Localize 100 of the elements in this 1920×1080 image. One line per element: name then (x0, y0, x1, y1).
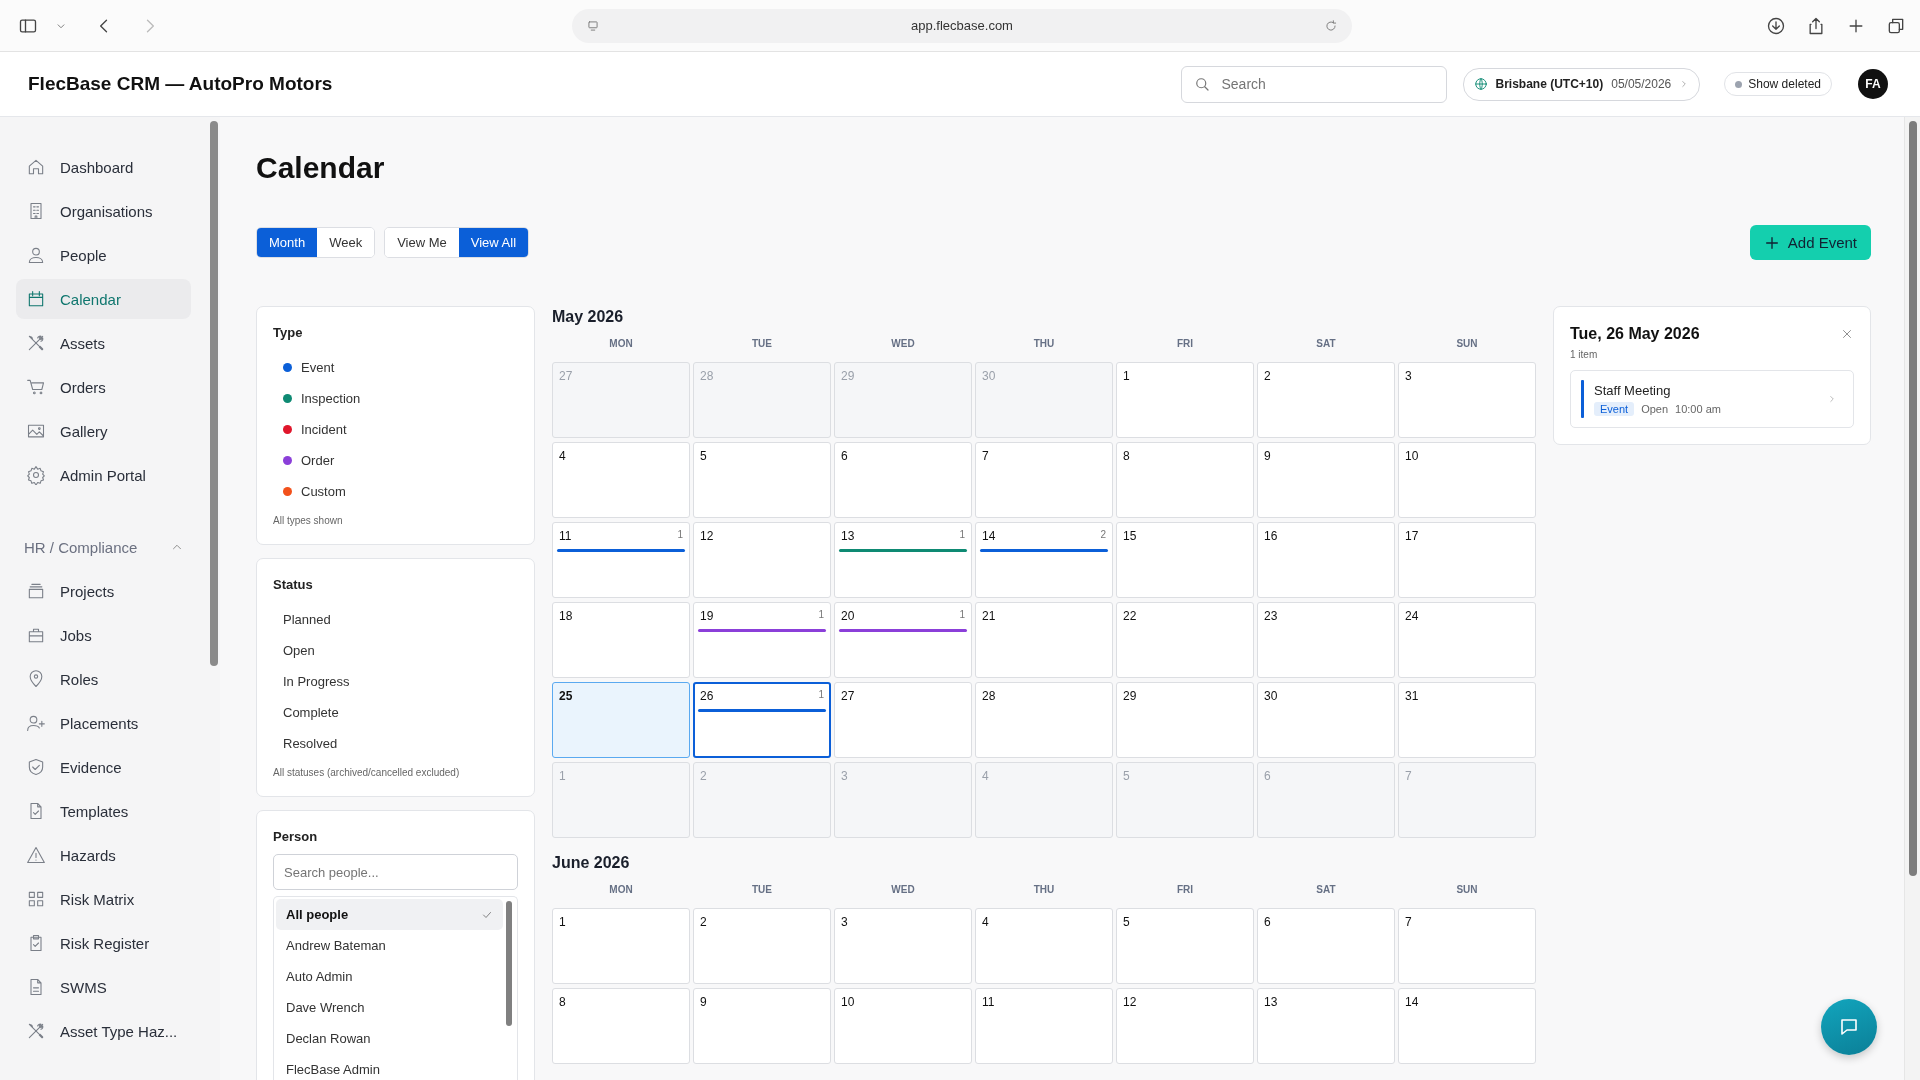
day-cell[interactable]: 2 (1257, 362, 1395, 438)
day-cell[interactable]: 13 (1257, 988, 1395, 1064)
day-cell[interactable]: 20 1 (834, 602, 972, 678)
person-option[interactable]: Andrew Bateman (276, 930, 503, 961)
day-cell[interactable]: 2 (693, 908, 831, 984)
people-search-field[interactable]: Search people... (273, 854, 518, 890)
chat-button[interactable] (1821, 999, 1877, 1055)
page-settings-icon[interactable] (586, 18, 600, 33)
nav-item[interactable]: People (16, 235, 191, 275)
scrollbar-thumb[interactable] (506, 901, 512, 1026)
day-cell[interactable]: 24 (1398, 602, 1536, 678)
day-cell[interactable]: 8 (552, 988, 690, 1064)
nav-item[interactable]: Dashboard (16, 147, 191, 187)
day-cell[interactable]: 26 1 (693, 682, 831, 758)
day-number: 1 (559, 915, 566, 929)
day-cell[interactable]: 9 (1257, 442, 1395, 518)
download-icon[interactable] (1766, 15, 1786, 36)
search-field[interactable]: Search (1180, 65, 1447, 103)
nav-item[interactable]: Orders (16, 367, 191, 407)
nav-item[interactable]: Gallery (16, 411, 191, 451)
day-cell[interactable]: 27 (834, 682, 972, 758)
nav-item[interactable]: SWMS (16, 967, 191, 1007)
timezone-selector[interactable]: Brisbane (UTC+10) 05/05/2026 (1462, 67, 1701, 101)
nav-item[interactable]: Templates (16, 791, 191, 831)
day-cell[interactable]: 11 1 (552, 522, 690, 598)
scrollbar-thumb[interactable] (1908, 121, 1917, 876)
type-filter-item[interactable]: Custom (273, 476, 518, 507)
day-cell[interactable]: 4 (552, 442, 690, 518)
day-cell[interactable]: 18 (552, 602, 690, 678)
day-cell[interactable]: 1 (552, 908, 690, 984)
day-cell[interactable]: 9 (693, 988, 831, 1064)
day-cell[interactable]: 15 (1116, 522, 1254, 598)
nav-item[interactable]: Asset Type Haz... (16, 1011, 191, 1051)
nav-item[interactable]: Admin Portal (16, 455, 191, 495)
type-filter-item[interactable]: Order (273, 445, 518, 476)
nav-item[interactable]: Placements (16, 703, 191, 743)
day-cell[interactable]: 30 (1257, 682, 1395, 758)
day-cell[interactable]: 31 (1398, 682, 1536, 758)
day-cell[interactable]: 6 (1257, 908, 1395, 984)
person-option[interactable]: Declan Rowan (276, 1023, 503, 1054)
day-cell[interactable]: 12 (1116, 988, 1254, 1064)
add-event-button[interactable]: Add Event (1749, 225, 1871, 260)
person-option[interactable]: All people (276, 899, 503, 930)
nav-item[interactable]: Hazards (16, 835, 191, 875)
nav-item[interactable]: Organisations (16, 191, 191, 231)
day-cell[interactable]: 1 (1116, 362, 1254, 438)
day-cell[interactable]: 13 1 (834, 522, 972, 598)
day-cell[interactable]: 7 (975, 442, 1113, 518)
scope-tab[interactable]: View All (458, 228, 529, 257)
nav-item[interactable]: Roles (16, 659, 191, 699)
day-cell[interactable]: 25 (552, 682, 690, 758)
nav-item[interactable]: Risk Register (16, 923, 191, 963)
user-avatar[interactable]: FA (1858, 69, 1888, 99)
status-filter-item[interactable]: Resolved (273, 728, 518, 759)
day-cell[interactable]: 10 (834, 988, 972, 1064)
day-cell[interactable]: 14 (1398, 988, 1536, 1064)
day-cell[interactable]: 5 (693, 442, 831, 518)
status-filter-item[interactable]: Open (273, 635, 518, 666)
status-filter-item[interactable]: In Progress (273, 666, 518, 697)
nav-item[interactable]: Assets (16, 323, 191, 363)
day-cell[interactable]: 29 (1116, 682, 1254, 758)
view-tab[interactable]: Month (257, 228, 318, 257)
scrollbar-thumb[interactable] (210, 121, 218, 666)
day-cell[interactable]: 19 1 (693, 602, 831, 678)
day-cell[interactable]: 10 (1398, 442, 1536, 518)
type-filter-item[interactable]: Incident (273, 414, 518, 445)
person-option[interactable]: Dave Wrench (276, 992, 503, 1023)
day-cell[interactable]: 16 (1257, 522, 1395, 598)
status-filter-item[interactable]: Complete (273, 697, 518, 728)
day-cell[interactable]: 6 (834, 442, 972, 518)
day-cell[interactable]: 4 (975, 908, 1113, 984)
nav-item[interactable]: Jobs (16, 615, 191, 655)
day-cell[interactable]: 17 (1398, 522, 1536, 598)
day-cell[interactable]: 21 (975, 602, 1113, 678)
type-filter-item[interactable]: Inspection (273, 383, 518, 414)
day-cell[interactable]: 12 (693, 522, 831, 598)
nav-item[interactable]: Projects (16, 571, 191, 611)
day-cell[interactable]: 22 (1116, 602, 1254, 678)
person-option[interactable]: Auto Admin (276, 961, 503, 992)
close-icon[interactable] (1840, 327, 1854, 341)
event-item[interactable]: Staff Meeting Event Open 10:00 am (1570, 370, 1854, 428)
day-cell[interactable]: 14 2 (975, 522, 1113, 598)
day-cell[interactable]: 5 (1116, 908, 1254, 984)
day-cell[interactable]: 8 (1116, 442, 1254, 518)
type-filter-item[interactable]: Event (273, 352, 518, 383)
nav-item[interactable]: Evidence (16, 747, 191, 787)
day-cell[interactable]: 23 (1257, 602, 1395, 678)
day-cell[interactable]: 28 (975, 682, 1113, 758)
day-cell[interactable]: 7 (1398, 908, 1536, 984)
show-deleted-toggle[interactable]: Show deleted (1724, 72, 1832, 96)
reload-icon[interactable] (1324, 18, 1338, 33)
day-cell[interactable]: 3 (834, 908, 972, 984)
status-filter-item[interactable]: Planned (273, 604, 518, 635)
person-option[interactable]: FlecBase Admin (276, 1054, 503, 1080)
weekday-label: FRI (1175, 884, 1195, 897)
day-cell[interactable]: 11 (975, 988, 1113, 1064)
nav-item[interactable]: Risk Matrix (16, 879, 191, 919)
address-bar[interactable]: app.flecbase.com (572, 8, 1352, 43)
nav-item[interactable]: Calendar (16, 279, 191, 319)
day-cell[interactable]: 3 (1398, 362, 1536, 438)
